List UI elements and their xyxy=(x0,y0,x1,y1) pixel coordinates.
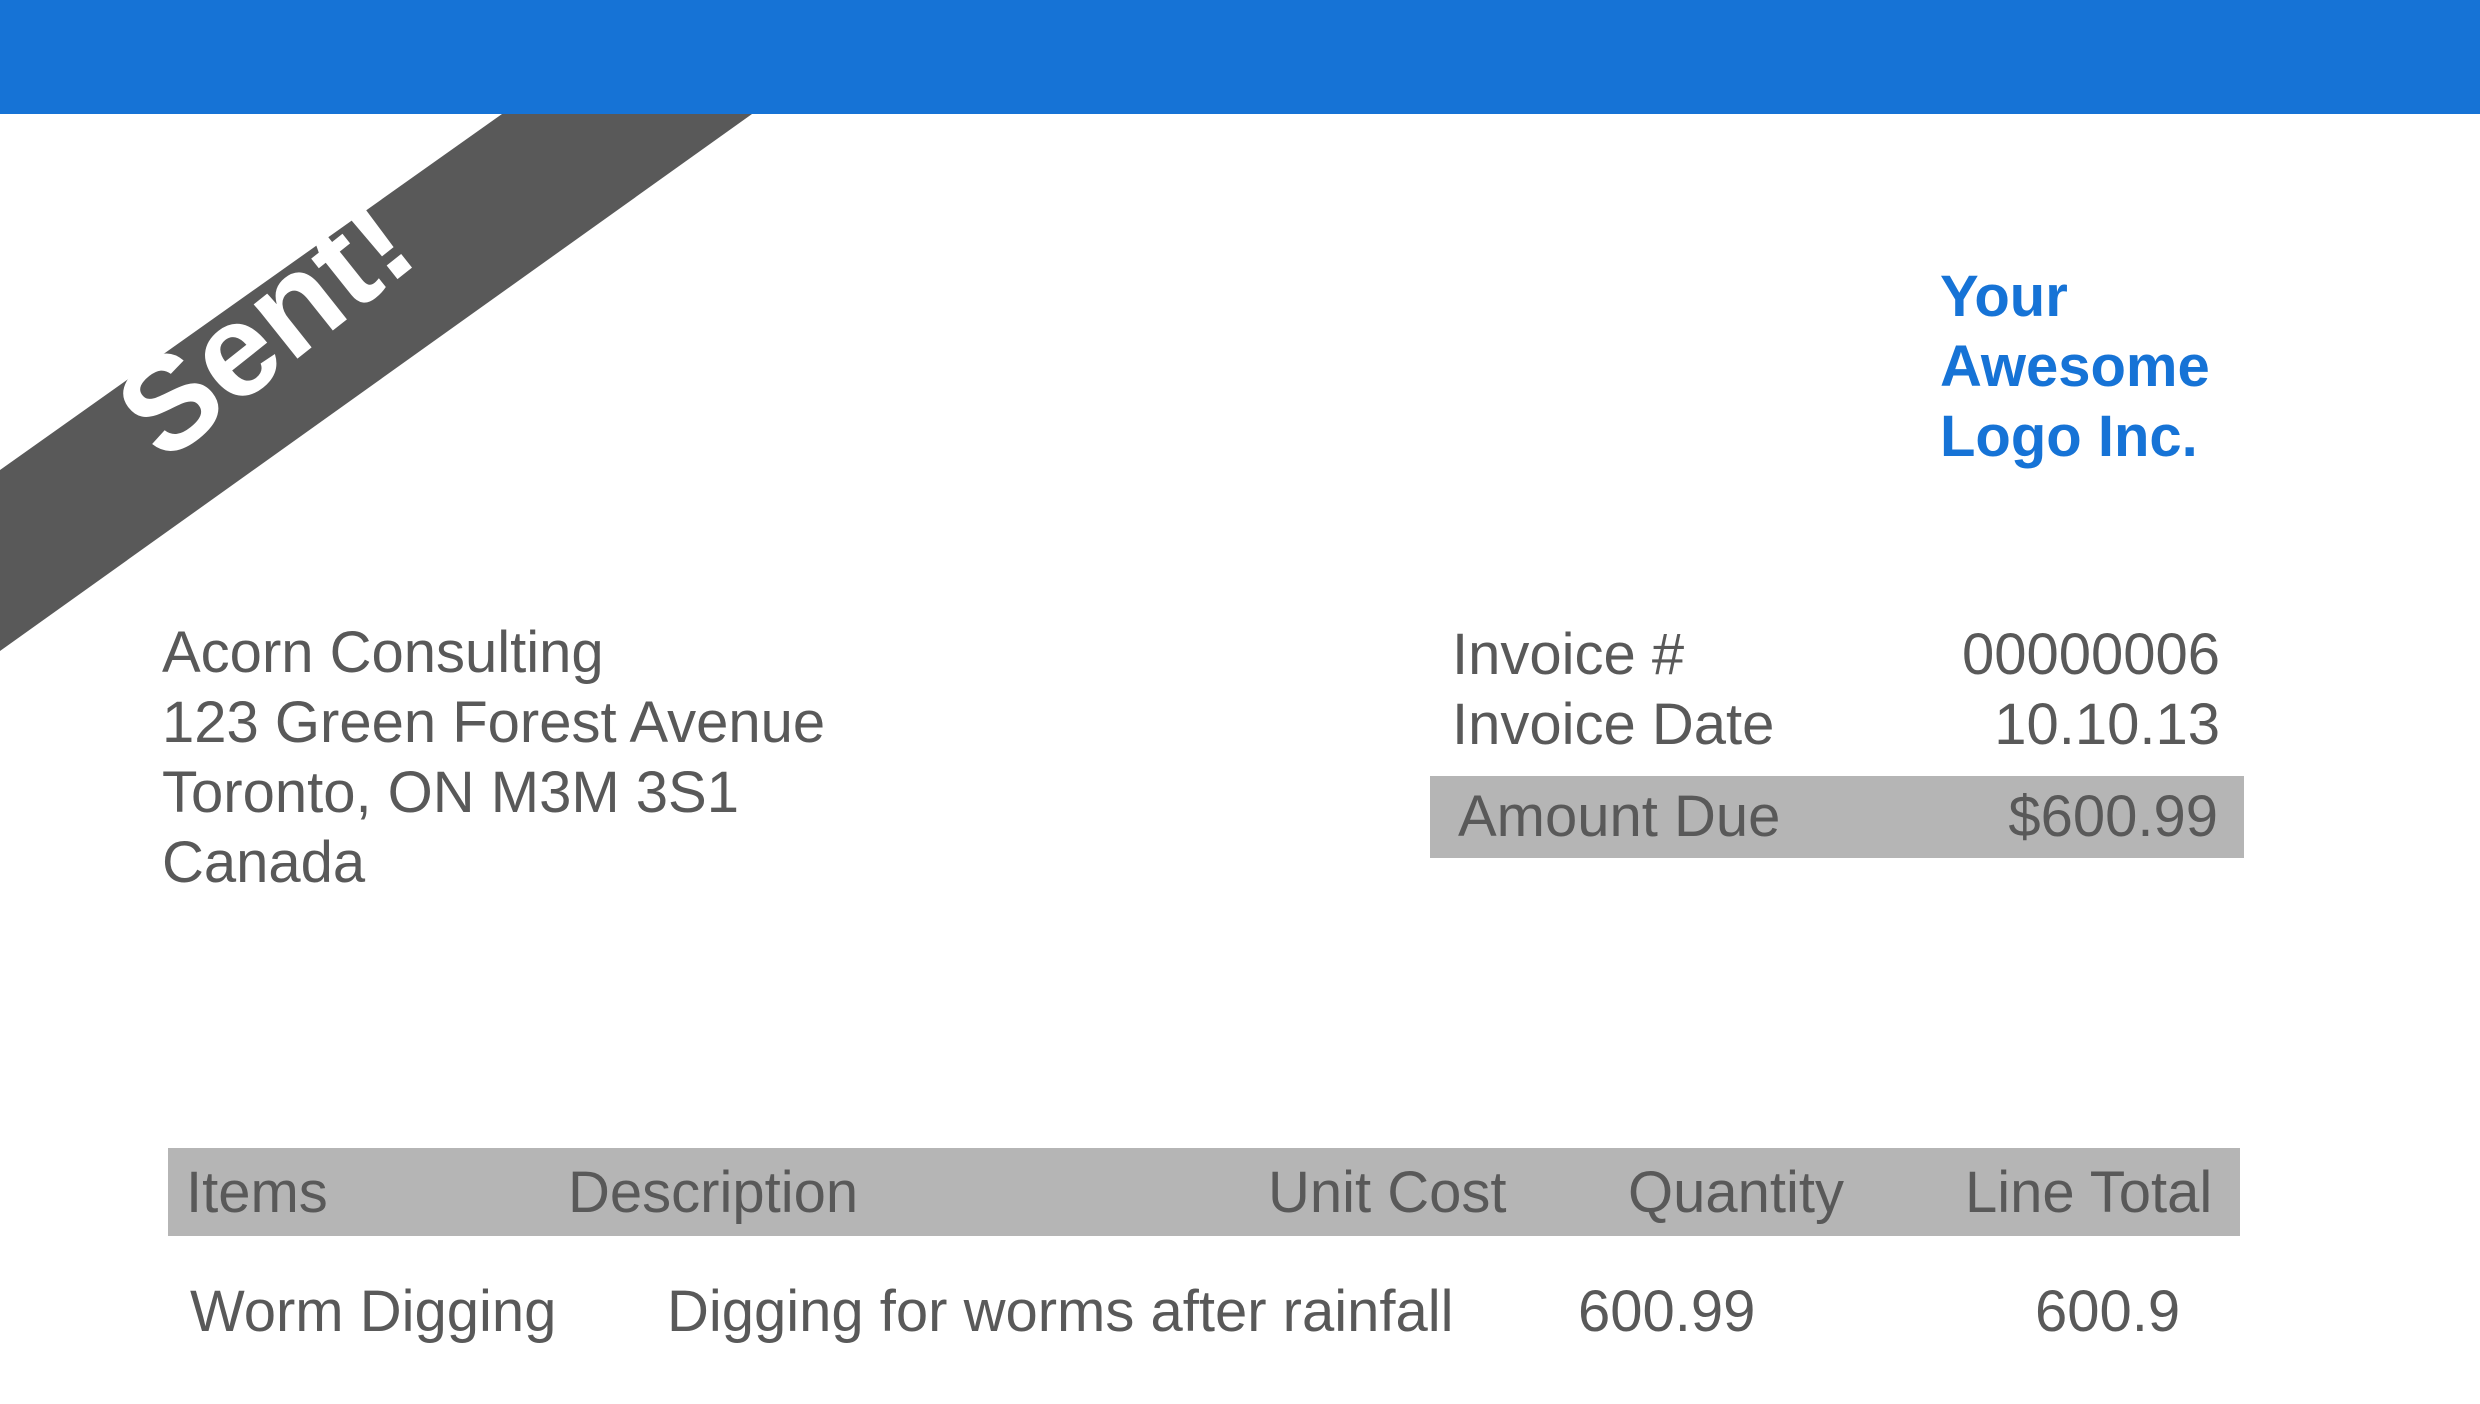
invoice-number-label: Invoice # xyxy=(1452,622,1685,687)
row-unit-cost: 600.99 xyxy=(1578,1279,1756,1344)
header-description: Description xyxy=(568,1160,859,1225)
company-logo: Your Awesome Logo Inc. xyxy=(1940,262,2300,472)
amount-due-label: Amount Due xyxy=(1458,784,1781,849)
row-item: Worm Digging xyxy=(190,1279,557,1344)
logo-line-1: Your xyxy=(1940,264,2068,329)
header-unit-cost: Unit Cost xyxy=(1268,1160,1507,1225)
items-table-header: Items Description Unit Cost Quantity Lin… xyxy=(168,1148,2240,1236)
header-quantity: Quantity xyxy=(1628,1160,1844,1225)
client-name: Acorn Consulting xyxy=(162,620,604,685)
row-line-total: 600.9 xyxy=(2035,1279,2181,1344)
invoice-date-value: 10.10.13 xyxy=(1994,692,2220,757)
client-city: Toronto, ON M3M 3S1 xyxy=(162,760,739,825)
logo-line-3: Logo Inc. xyxy=(1940,404,2198,469)
client-street: 123 Green Forest Avenue xyxy=(162,690,826,755)
amount-due-bar: Amount Due $600.99 xyxy=(1430,776,2244,858)
logo-line-2: Awesome xyxy=(1940,334,2210,399)
invoice-number-value: 00000006 xyxy=(1961,622,2220,687)
sent-ribbon xyxy=(0,114,752,651)
invoice-date-label: Invoice Date xyxy=(1452,692,1775,757)
row-description: Digging for worms after rainfall xyxy=(667,1279,1454,1344)
header-items: Items xyxy=(186,1160,328,1225)
amount-due-value: $600.99 xyxy=(2008,784,2218,849)
client-address: Acorn Consulting 123 Green Forest Avenue… xyxy=(162,618,825,898)
header-line-total: Line Total xyxy=(1965,1160,2213,1225)
client-country: Canada xyxy=(162,830,366,895)
